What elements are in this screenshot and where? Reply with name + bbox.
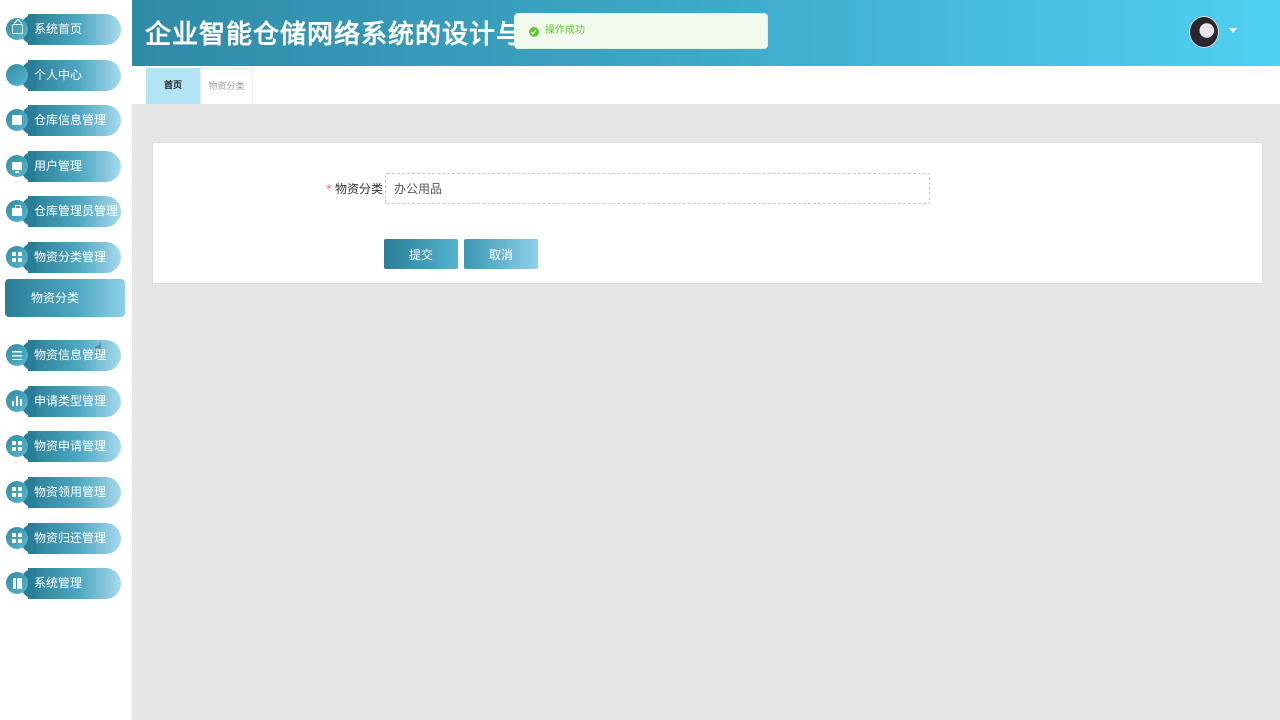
tabs-bar: 首页 物资分类 — [132, 66, 1280, 104]
tab-material-category[interactable]: 物资分类 — [200, 68, 253, 104]
sidebar-item-label: 物资归还管理 — [34, 531, 107, 545]
sidebar: 系统首页 个人中心 仓库信息管理 用户管理 仓库管理员管理 物资分类管理 物资分… — [0, 0, 169, 720]
sidebar-item-label: 系统管理 — [34, 576, 83, 590]
sidebar-item-apply-types[interactable]: 申请类型管理 — [4, 386, 121, 417]
sidebar-item-label: 仓库信息管理 — [34, 113, 107, 127]
app-title: 企业智能仓储网络系统的设计与仿真 — [145, 20, 578, 50]
grid-icon — [6, 435, 28, 457]
sidebar-item-label: 个人中心 — [34, 68, 83, 82]
sliders-icon — [6, 344, 28, 366]
bar-chart-icon — [6, 390, 28, 412]
book-icon — [6, 572, 28, 594]
sidebar-item-material-info[interactable]: 物资信息管理 — [4, 340, 121, 371]
sidebar-item-home[interactable]: 系统首页 — [4, 14, 121, 45]
sidebar-item-label: 物资分类管理 — [34, 250, 107, 264]
sidebar-item-warehouse-admins[interactable]: 仓库管理员管理 — [4, 196, 121, 227]
category-field-label: * 物资分类 — [303, 179, 383, 199]
sidebar-item-label: 申请类型管理 — [34, 394, 107, 408]
required-mark: * — [325, 182, 332, 196]
grid-icon — [6, 246, 28, 268]
sidebar-item-material-return[interactable]: 物资归还管理 — [4, 523, 121, 554]
sidebar-item-category-mgmt[interactable]: 物资分类管理 — [4, 242, 121, 273]
sidebar-item-material-apply[interactable]: 物资申请管理 — [4, 431, 121, 462]
success-toast: 操作成功 — [514, 13, 768, 49]
submit-button[interactable]: 提交 — [384, 239, 458, 269]
grid-icon — [6, 527, 28, 549]
mouse-cursor-hand-icon: ☝ — [94, 341, 103, 357]
caret-down-icon[interactable] — [1229, 28, 1237, 33]
sidebar-item-warehouse[interactable]: 仓库信息管理 — [4, 105, 121, 136]
user-avatar[interactable] — [1189, 16, 1219, 48]
tab-home[interactable]: 首页 — [146, 68, 200, 104]
sidebar-item-material-receive[interactable]: 物资领用管理 — [4, 477, 121, 508]
box-icon — [6, 109, 28, 131]
sidebar-item-profile[interactable]: 个人中心 — [4, 60, 169, 216]
sidebar-item-system[interactable]: 系统管理 — [4, 568, 121, 599]
sidebar-item-users[interactable]: 用户管理 — [4, 151, 121, 182]
submenu-item-label: 物资分类 — [31, 291, 80, 305]
card-icon — [6, 64, 169, 216]
cancel-button[interactable]: 取消 — [464, 239, 538, 269]
toast-message: 操作成功 — [545, 25, 585, 36]
grid-icon — [6, 481, 28, 503]
sidebar-item-label: 物资申请管理 — [34, 439, 107, 453]
submenu-item-category[interactable]: 物资分类 — [5, 279, 125, 317]
check-circle-icon — [529, 27, 539, 37]
sidebar-item-label: 物资领用管理 — [34, 485, 107, 499]
sidebar-item-label: 用户管理 — [34, 159, 83, 173]
monitor-icon — [6, 155, 28, 177]
sidebar-item-label: 系统首页 — [34, 22, 83, 36]
bag-icon — [6, 200, 28, 222]
sidebar-item-label: 仓库管理员管理 — [34, 204, 119, 218]
category-input[interactable] — [385, 173, 930, 204]
home-icon — [6, 18, 28, 40]
category-label-text: 物资分类 — [334, 182, 383, 196]
form-card: *物资分类 提交 取消 — [152, 142, 1263, 284]
